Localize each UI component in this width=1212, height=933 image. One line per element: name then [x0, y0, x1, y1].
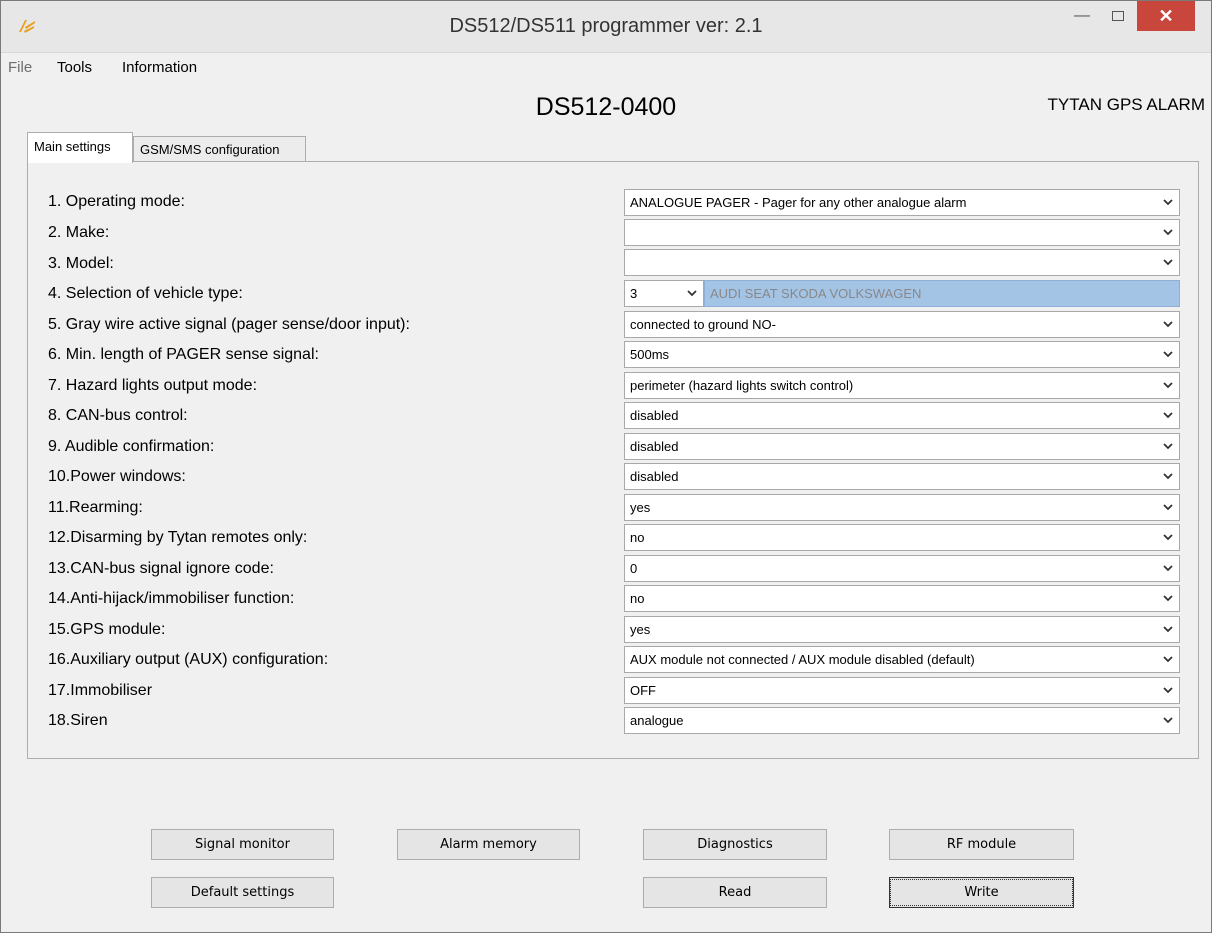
disarming-tytan-remotes-select[interactable]: no: [624, 524, 1180, 551]
tab-gsm-sms-configuration[interactable]: GSM/SMS configuration: [133, 136, 306, 162]
select-value: no: [630, 530, 645, 545]
aux-output-select[interactable]: AUX module not connected / AUX module di…: [624, 646, 1180, 673]
can-bus-control-select[interactable]: disabled: [624, 402, 1180, 429]
minimize-icon: —: [1074, 7, 1090, 24]
setting-label: 10.Power windows:: [48, 468, 186, 485]
maximize-button[interactable]: [1101, 1, 1135, 31]
chevron-down-icon[interactable]: [1158, 557, 1178, 580]
chevron-down-icon[interactable]: [1158, 343, 1178, 366]
chevron-down-icon[interactable]: [1158, 496, 1178, 519]
setting-label: 18.Siren: [48, 712, 108, 729]
select-value: disabled: [630, 408, 679, 423]
setting-label: 1. Operating mode:: [48, 193, 185, 210]
read-button[interactable]: Read: [643, 877, 827, 908]
vehicle-type-select[interactable]: 3: [624, 280, 704, 307]
setting-label: 11.Rearming:: [48, 499, 143, 516]
setting-label: 2. Make:: [48, 224, 110, 241]
chevron-down-icon[interactable]: [1158, 526, 1178, 549]
setting-label: 9. Audible confirmation:: [48, 438, 215, 455]
chevron-down-icon[interactable]: [1158, 709, 1178, 732]
setting-label: 15.GPS module:: [48, 621, 166, 638]
write-button-label: Write: [890, 879, 1073, 906]
chevron-down-icon[interactable]: [1158, 404, 1178, 427]
setting-label: 5. Gray wire active signal (pager sense/…: [48, 316, 410, 333]
chevron-down-icon[interactable]: [1158, 435, 1178, 458]
select-value: 3: [630, 286, 638, 301]
signal-monitor-button[interactable]: Signal monitor: [151, 829, 334, 860]
select-value: 500ms: [630, 347, 670, 362]
chevron-down-icon[interactable]: [1158, 251, 1178, 274]
setting-label: 12.Disarming by Tytan remotes only:: [48, 529, 308, 546]
rf-module-button[interactable]: RF module: [889, 829, 1074, 860]
anti-hijack-select[interactable]: no: [624, 585, 1180, 612]
audible-confirmation-select[interactable]: disabled: [624, 433, 1180, 460]
chevron-down-icon[interactable]: [1158, 618, 1178, 641]
setting-label: 14.Anti-hijack/immobiliser function:: [48, 590, 295, 607]
gray-wire-signal-select[interactable]: connected to ground NO-: [624, 311, 1180, 338]
tab-main-settings[interactable]: Main settings: [27, 132, 133, 163]
window-title: DS512/DS511 programmer ver: 2.1: [449, 15, 763, 37]
setting-label: 6. Min. length of PAGER sense signal:: [48, 346, 319, 363]
operating-mode-select[interactable]: ANALOGUE PAGER - Pager for any other ana…: [624, 189, 1180, 216]
alarm-memory-button[interactable]: Alarm memory: [397, 829, 580, 860]
select-value: analogue: [630, 713, 684, 728]
chevron-down-icon[interactable]: [1158, 221, 1178, 244]
chevron-down-icon[interactable]: [1158, 648, 1178, 671]
select-value: yes: [630, 500, 651, 515]
hazard-lights-mode-select[interactable]: perimeter (hazard lights switch control): [624, 372, 1180, 399]
menu-file[interactable]: File: [8, 59, 32, 76]
menu-bar: File Tools Information: [1, 54, 1211, 80]
select-value: perimeter (hazard lights switch control): [630, 378, 854, 393]
device-model-title: DS512-0400: [535, 93, 677, 121]
chevron-down-icon[interactable]: [682, 282, 702, 305]
select-value: no: [630, 591, 645, 606]
chevron-down-icon[interactable]: [1158, 587, 1178, 610]
close-button[interactable]: ✕: [1137, 1, 1195, 31]
can-bus-ignore-code-select[interactable]: 0: [624, 555, 1180, 582]
gps-module-select[interactable]: yes: [624, 616, 1180, 643]
chevron-down-icon[interactable]: [1158, 313, 1178, 336]
siren-select[interactable]: analogue: [624, 707, 1180, 734]
select-value: disabled: [630, 469, 679, 484]
minimize-button[interactable]: —: [1065, 1, 1099, 31]
title-bar: DS512/DS511 programmer ver: 2.1 — ✕: [1, 1, 1211, 53]
power-windows-select[interactable]: disabled: [624, 463, 1180, 490]
select-value: disabled: [630, 439, 679, 454]
menu-information[interactable]: Information: [122, 59, 197, 76]
make-select[interactable]: [624, 219, 1180, 246]
setting-label: 7. Hazard lights output mode:: [48, 377, 258, 394]
select-value: 0: [630, 561, 638, 576]
chevron-down-icon[interactable]: [1158, 465, 1178, 488]
maximize-icon: [1112, 11, 1124, 21]
select-value: AUX module not connected / AUX module di…: [630, 652, 975, 667]
close-icon: ✕: [1158, 5, 1174, 26]
programmer-window: DS512/DS511 programmer ver: 2.1 — ✕ File…: [0, 0, 1212, 933]
setting-label: 3. Model:: [48, 255, 114, 272]
select-value: OFF: [630, 683, 656, 698]
brand-label: TYTAN GPS ALARM: [1047, 95, 1205, 114]
write-button[interactable]: Write: [889, 877, 1074, 908]
setting-label: 13.CAN-bus signal ignore code:: [48, 560, 274, 577]
default-settings-button[interactable]: Default settings: [151, 877, 334, 908]
chevron-down-icon[interactable]: [1158, 191, 1178, 214]
chevron-down-icon[interactable]: [1158, 374, 1178, 397]
setting-label: 16.Auxiliary output (AUX) configuration:: [48, 651, 329, 668]
rearming-select[interactable]: yes: [624, 494, 1180, 521]
setting-label: 17.Immobiliser: [48, 682, 153, 699]
setting-label: 4. Selection of vehicle type:: [48, 285, 243, 302]
immobiliser-select[interactable]: OFF: [624, 677, 1180, 704]
select-value: yes: [630, 622, 651, 637]
select-value: connected to ground NO-: [630, 317, 776, 332]
model-select[interactable]: [624, 249, 1180, 276]
setting-label: 8. CAN-bus control:: [48, 407, 188, 424]
select-value: ANALOGUE PAGER - Pager for any other ana…: [630, 195, 967, 210]
main-settings-panel: 1. Operating mode: ANALOGUE PAGER - Page…: [27, 161, 1199, 759]
diagnostics-button[interactable]: Diagnostics: [643, 829, 827, 860]
menu-tools[interactable]: Tools: [57, 59, 92, 76]
vehicle-type-description: AUDI SEAT SKODA VOLKSWAGEN: [704, 280, 1180, 307]
chevron-down-icon[interactable]: [1158, 679, 1178, 702]
pager-sense-length-select[interactable]: 500ms: [624, 341, 1180, 368]
